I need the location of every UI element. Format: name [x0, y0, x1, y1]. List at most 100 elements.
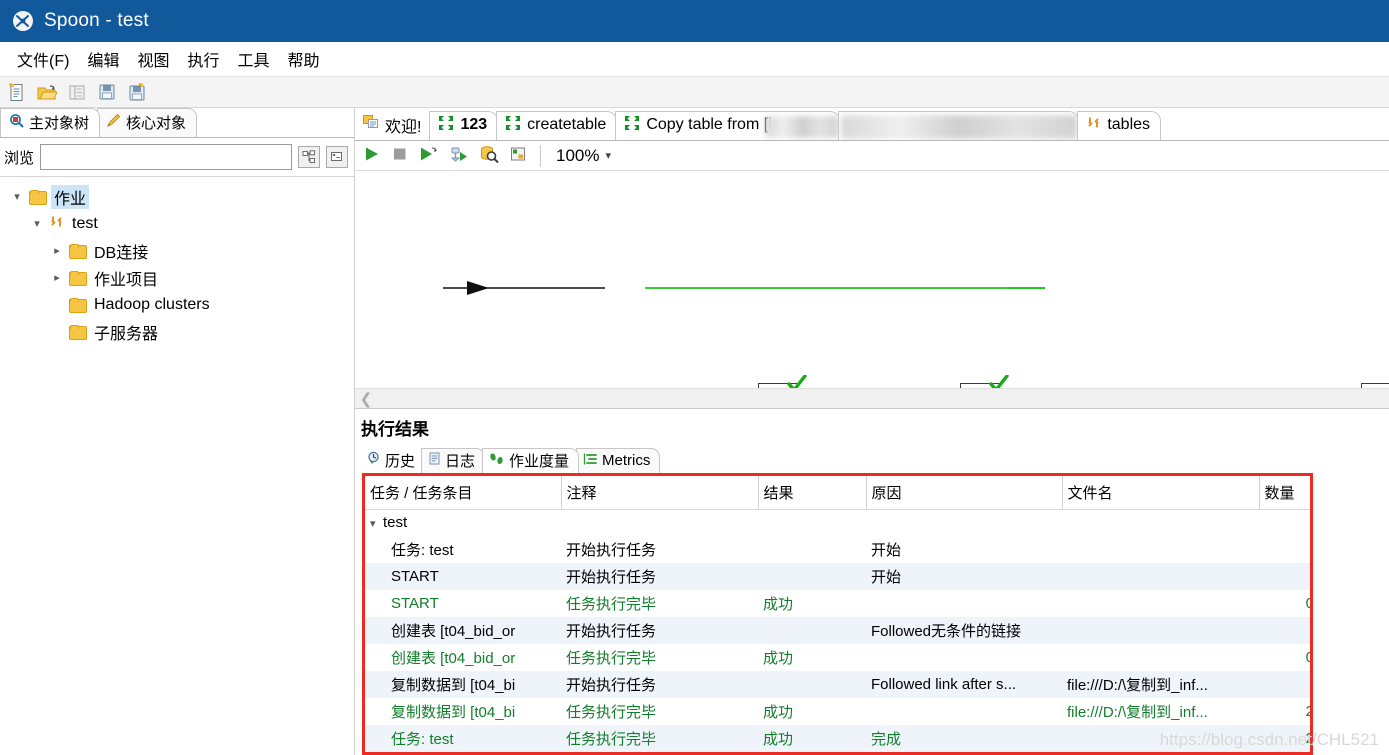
execution-results-title: 执行结果 — [355, 408, 1389, 445]
col-result[interactable]: 结果 — [758, 476, 867, 510]
toolbar-divider — [540, 144, 541, 167]
run-icon[interactable] — [363, 146, 381, 165]
chevron-right-icon[interactable]: ▸ — [50, 244, 64, 257]
cell-count — [1259, 536, 1310, 563]
stop-icon[interactable] — [391, 146, 409, 165]
cell-reason — [866, 644, 1062, 671]
cell-count: 0 — [1259, 644, 1310, 671]
debug-icon[interactable] — [449, 146, 469, 166]
tab-123[interactable]: 123 — [429, 111, 499, 140]
tree-item-test[interactable]: ▾ test — [6, 210, 354, 237]
tree-item-db-connections[interactable]: ▸ DB连接 — [6, 237, 354, 264]
cell-task: 任务: test — [391, 542, 454, 559]
tab-core-objects-label: 核心对象 — [126, 115, 187, 132]
menu-file[interactable]: 文件(F) — [8, 44, 78, 74]
tab-job-metrics-label: 作业度量 — [509, 453, 570, 470]
cell-reason: 开始 — [866, 563, 1062, 590]
tree-item-hadoop-clusters-label: Hadoop clusters — [94, 295, 210, 313]
chevron-down-icon[interactable]: ▾ — [605, 149, 611, 162]
col-reason[interactable]: 原因 — [866, 476, 1063, 510]
cell-filename — [1062, 725, 1259, 752]
history-icon — [367, 451, 381, 469]
tab-createtable-label: createtable — [527, 116, 607, 133]
cell-reason — [866, 590, 1062, 617]
open-folder-icon[interactable] — [36, 81, 58, 103]
tab-metrics[interactable]: Metrics — [576, 448, 661, 473]
new-file-icon[interactable] — [6, 81, 28, 103]
tree-item-job-entries[interactable]: ▸ 作业项目 — [6, 264, 354, 291]
tab-log[interactable]: 日志 — [421, 448, 486, 473]
zoom-value: 100% — [556, 145, 600, 165]
cell-comment: 开始执行任务 — [561, 671, 758, 698]
chevron-left-icon[interactable]: ❮ — [355, 390, 377, 408]
tree-item-slave-servers[interactable]: 子服务器 — [6, 318, 354, 345]
chevron-right-icon[interactable]: ▸ — [50, 271, 64, 284]
chevron-down-icon[interactable]: ▾ — [10, 190, 24, 203]
results-tab-bar: 历史 日志 作业度量 Metrics — [355, 445, 1389, 473]
grid-icon[interactable] — [509, 146, 527, 165]
chevron-down-icon[interactable]: ▾ — [30, 217, 44, 230]
folder-icon — [69, 243, 87, 259]
table-row[interactable]: 创建表 [t04_bid_or 开始执行任务 Followed无条件的链接 20… — [365, 617, 1310, 644]
tab-createtable[interactable]: createtable — [496, 111, 618, 140]
tree-item-hadoop-clusters[interactable]: Hadoop clusters — [6, 291, 354, 318]
cell-reason: Followed link after s... — [866, 671, 1062, 698]
cell-task: 创建表 [t04_bid_or — [365, 617, 561, 644]
menu-edit[interactable]: 编辑 — [78, 44, 128, 74]
browse-input[interactable] — [40, 144, 292, 170]
sql-inspect-icon[interactable] — [479, 145, 499, 166]
table-row[interactable]: 复制数据到 [t04_bi 开始执行任务 Followed link after… — [365, 671, 1310, 698]
object-tree: ▾ 作业 ▾ test ▸ DB连接 ▸ 作业项目 Hadoop cluster… — [0, 177, 354, 345]
tab-core-objects[interactable]: 核心对象 — [97, 108, 198, 137]
collapse-all-icon[interactable] — [326, 146, 348, 168]
cell-result — [758, 617, 866, 644]
col-comment[interactable]: 注释 — [561, 476, 759, 510]
menu-run[interactable]: 执行 — [178, 44, 228, 74]
job-canvas[interactable]: START SQL — [355, 171, 1389, 408]
expand-all-icon[interactable] — [298, 146, 320, 168]
cell-task: START — [391, 595, 439, 612]
table-row[interactable]: 任务: test 任务执行完毕 成功 完成 2 2018... — [365, 725, 1310, 752]
tab-copy-table-from-label: Copy table from [in — [646, 116, 781, 133]
view-tree-icon — [9, 113, 24, 132]
tree-item-jobs[interactable]: ▾ 作业 — [6, 183, 354, 210]
tab-welcome[interactable]: 欢迎! — [355, 111, 432, 140]
job-icon — [49, 214, 64, 234]
col-count[interactable]: 数量 — [1259, 476, 1310, 510]
browse-bar: 浏览 — [0, 138, 354, 177]
canvas-horizontal-scrollbar[interactable]: ❮ — [355, 388, 1389, 408]
tab-tables[interactable]: tables — [1077, 111, 1162, 140]
table-row[interactable]: START 任务执行完毕 成功 0 2018... — [365, 590, 1310, 617]
cell-filename — [1062, 563, 1259, 590]
tab-redacted[interactable] — [838, 111, 1080, 140]
tree-item-job-entries-label: 作业项目 — [94, 271, 159, 289]
window-title-text: Spoon - test — [44, 10, 149, 31]
col-task[interactable]: 任务 / 任务条目 — [365, 476, 562, 510]
cell-reason: 开始 — [871, 542, 902, 559]
save-as-icon[interactable] — [126, 81, 148, 103]
menu-tools[interactable]: 工具 — [228, 44, 278, 74]
cell-result: 成功 — [758, 725, 866, 752]
col-filename[interactable]: 文件名 — [1062, 476, 1260, 510]
tab-copy-table-from[interactable]: Copy table from [in — [615, 111, 841, 140]
tab-job-metrics[interactable]: 作业度量 — [482, 448, 580, 473]
menu-view[interactable]: 视图 — [128, 44, 178, 74]
table-row-root[interactable]: ▾ test — [365, 509, 1310, 536]
explore-repository-icon[interactable] — [66, 81, 88, 103]
table-row[interactable]: 复制数据到 [t04_bi 任务执行完毕 成功 file:///D:/\复制到_… — [365, 698, 1310, 725]
tree-item-test-label: test — [72, 214, 98, 232]
job-metrics-table-container[interactable]: 任务 / 任务条目 注释 结果 原因 文件名 数量 日志 ▾test — [362, 473, 1313, 755]
tab-history[interactable]: 历史 — [361, 448, 424, 473]
redacted-tab-text — [841, 115, 1078, 139]
tab-main-object-tree[interactable]: 主对象树 — [0, 108, 101, 137]
cell-result — [758, 671, 866, 698]
menu-help[interactable]: 帮助 — [279, 44, 329, 74]
table-row[interactable]: START 开始执行任务 开始 2018... — [365, 563, 1310, 590]
window-title-bar: Spoon - test — [0, 0, 1389, 42]
table-row[interactable]: 任务: test 开始执行任务 开始 2018... — [365, 536, 1310, 563]
table-row[interactable]: 创建表 [t04_bid_or 任务执行完毕 成功 0 2018... — [365, 644, 1310, 671]
save-icon[interactable] — [96, 81, 118, 103]
preview-icon[interactable] — [419, 146, 439, 165]
chevron-down-icon[interactable]: ▾ — [370, 517, 383, 530]
zoom-selector[interactable]: 100% ▾ — [554, 146, 611, 166]
